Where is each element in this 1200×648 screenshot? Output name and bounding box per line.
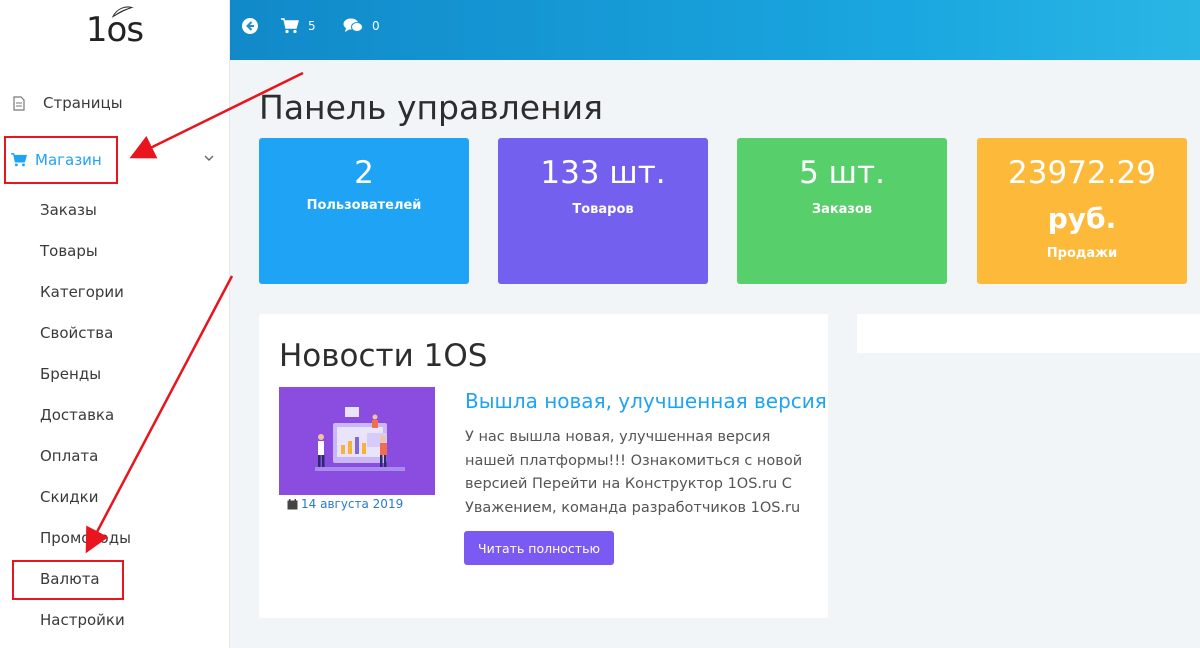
side-panel — [857, 314, 1200, 353]
read-more-button[interactable]: Читать полностью — [464, 531, 614, 565]
news-headline[interactable]: Вышла новая, улучшенная версия — [465, 389, 827, 413]
stat-value: 133 шт. — [540, 155, 666, 191]
cart-icon — [281, 18, 299, 34]
stat-value-unit: руб. — [1047, 202, 1117, 235]
news-date: 14 августа 2019 — [287, 497, 403, 511]
submenu-item-payment[interactable]: Оплата — [40, 444, 98, 468]
annotation-box-currency — [12, 560, 124, 600]
submenu-item-categories[interactable]: Категории — [40, 280, 124, 304]
submenu-item-discounts[interactable]: Скидки — [40, 485, 98, 509]
news-image[interactable] — [279, 387, 435, 495]
news-illustration — [279, 387, 435, 495]
topbar: 5 0 — [230, 0, 1200, 60]
stat-card-products[interactable]: 133 шт. Товаров — [498, 138, 708, 284]
submenu-item-delivery[interactable]: Доставка — [40, 403, 114, 427]
cart-button[interactable]: 5 — [281, 16, 316, 36]
calendar-icon — [287, 498, 298, 509]
news-text: У нас вышла новая, улучшенная версия наш… — [465, 429, 803, 516]
messages-button[interactable]: 0 — [343, 16, 380, 36]
back-button[interactable] — [241, 16, 268, 36]
news-panel-title: Новости 1OS — [279, 338, 488, 374]
page-title: Панель управления — [259, 88, 603, 127]
stat-card-orders[interactable]: 5 шт. Заказов — [737, 138, 947, 284]
stat-label: Заказов — [811, 202, 873, 217]
comments-icon — [343, 18, 363, 32]
submenu-item-orders[interactable]: Заказы — [40, 198, 97, 222]
stat-label: Товаров — [572, 202, 634, 217]
submenu-item-promocodes[interactable]: Промокоды — [40, 526, 131, 550]
stat-label: Пользователей — [306, 198, 422, 213]
submenu-item-products[interactable]: Товары — [40, 239, 98, 263]
submenu-item-settings[interactable]: Настройки — [40, 608, 125, 632]
sidebar-item-label: Страницы — [43, 94, 123, 112]
news-panel: Новости 1OS 14 августа 2019 Вышла новая,… — [259, 314, 828, 618]
stat-value: 2 — [354, 155, 374, 191]
leaf-icon — [111, 6, 134, 18]
messages-count: 0 — [372, 19, 380, 33]
submenu-item-properties[interactable]: Свойства — [40, 321, 113, 345]
cart-count: 5 — [308, 19, 316, 33]
stat-label: Продажи — [1046, 246, 1118, 261]
news-date-text: 14 августа 2019 — [301, 497, 404, 511]
back-arrow-icon — [242, 18, 258, 34]
stat-card-users[interactable]: 2 Пользователей — [259, 138, 469, 284]
submenu-item-brands[interactable]: Бренды — [40, 362, 101, 386]
sidebar: 1os Страницы Магазин Заказы Товары Катег… — [0, 0, 230, 648]
annotation-box-shop — [4, 136, 118, 184]
sidebar-item-pages[interactable]: Страницы — [0, 83, 229, 123]
stat-card-sales[interactable]: 23972.29 руб. Продажи — [977, 138, 1187, 284]
stat-value: 23972.29 — [1008, 155, 1156, 191]
chevron-down-icon — [204, 155, 214, 161]
stat-value: 5 шт. — [799, 155, 885, 191]
file-icon — [11, 94, 27, 112]
